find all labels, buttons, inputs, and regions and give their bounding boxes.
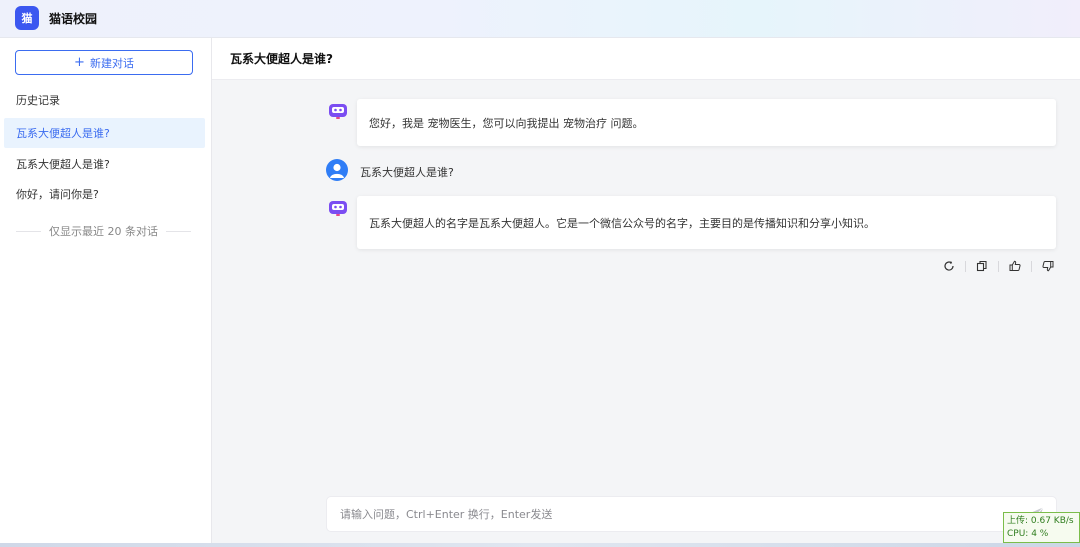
chat-panel: 瓦系大便超人是谁? 您好，我是 宠物医生，您可以向我提出 宠物治疗 问题。 瓦系… [212, 38, 1080, 547]
history-limit-note: 仅显示最近 20 条对话 [16, 223, 191, 239]
divider [965, 260, 966, 272]
bot-message: 瓦系大便超人的名字是瓦系大便超人。它是一个微信公众号的名字，主要目的是传播知识和… [357, 196, 1056, 249]
upload-speed: 上传: 0.67 KB/s [1007, 516, 1074, 526]
sidebar: + 新建对话 历史记录 瓦系大便超人是谁? 瓦系大便超人是谁? 你好，请问你是?… [0, 38, 212, 547]
history-title: 历史记录 [16, 94, 60, 107]
history-item[interactable]: 瓦系大便超人是谁? [4, 118, 205, 148]
copy-icon[interactable] [974, 258, 990, 274]
divider [1031, 260, 1032, 272]
app-logo[interactable]: 猫 [15, 6, 39, 30]
user-avatar-icon [326, 159, 348, 181]
history-item-label: 你好，请问你是? [16, 188, 99, 201]
history-item[interactable]: 你好，请问你是? [4, 179, 205, 209]
cpu-usage: CPU: 4 % [1007, 529, 1049, 539]
bot-message-text: 瓦系大便超人的名字是瓦系大便超人。它是一个微信公众号的名字，主要目的是传播知识和… [369, 216, 875, 230]
thumbs-up-icon[interactable] [1007, 258, 1023, 274]
system-monitor-widget: 上传: 0.67 KB/s CPU: 4 % [1003, 512, 1080, 543]
bot-message-text: 您好，我是 宠物医生，您可以向我提出 宠物治疗 问题。 [369, 116, 644, 130]
new-chat-label: 新建对话 [89, 56, 134, 70]
app-title: 猫语校园 [49, 12, 98, 26]
new-chat-button[interactable]: + 新建对话 [15, 50, 193, 75]
refresh-icon[interactable] [941, 258, 957, 274]
divider [998, 260, 999, 272]
chat-title: 瓦系大便超人是谁? [212, 38, 1080, 80]
plus-icon: + [74, 55, 85, 70]
chat-input[interactable] [340, 507, 1020, 521]
thumbs-down-icon[interactable] [1040, 258, 1056, 274]
divider [166, 230, 191, 232]
bot-avatar-icon [327, 100, 349, 122]
history-item-label: 瓦系大便超人是谁? [16, 127, 110, 140]
message-actions [941, 258, 1056, 274]
user-message-text: 瓦系大便超人是谁? [360, 166, 454, 179]
taskbar-edge [0, 543, 1080, 547]
history-item-label: 瓦系大便超人是谁? [16, 158, 110, 171]
chat-input-box [326, 496, 1057, 532]
history-item[interactable]: 瓦系大便超人是谁? [4, 149, 205, 179]
bot-avatar-icon [327, 197, 349, 219]
divider [16, 230, 41, 232]
history-limit-text: 仅显示最近 20 条对话 [49, 225, 158, 238]
top-bar: 猫 猫语校园 [0, 0, 1080, 38]
bot-message: 您好，我是 宠物医生，您可以向我提出 宠物治疗 问题。 [357, 99, 1056, 146]
